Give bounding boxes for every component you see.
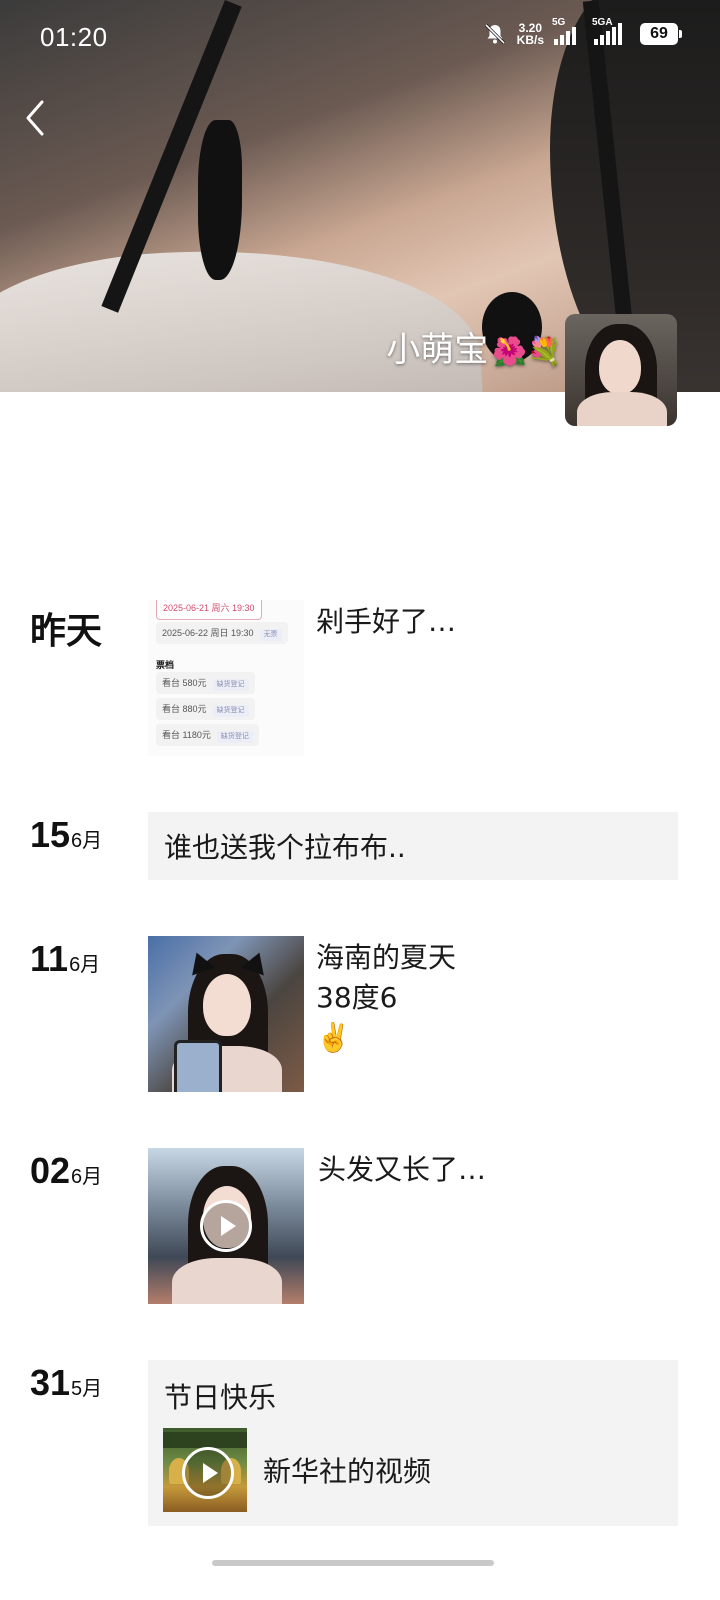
ticket-price-text: 看台 880元 — [162, 704, 207, 714]
ticket-price-text: 看台 580元 — [162, 678, 207, 688]
battery-icon: 69 — [640, 23, 682, 45]
post-text: 海南的夏天 38度6 ✌️ — [316, 941, 457, 1054]
post-image[interactable]: 2025-06-21 周六 19:30 2025-06-22 周日 19:30 无… — [148, 600, 304, 756]
avatar-face — [599, 340, 641, 394]
bell-off-icon — [483, 22, 507, 46]
shared-video-thumbnail[interactable] — [163, 1428, 247, 1512]
status-icons: 3.20 KB/s 5G 5GA 69 — [483, 17, 682, 46]
moment-post[interactable]: 昨天 2025-06-21 周六 19:30 2025-06-22 周日 19:… — [0, 600, 720, 760]
profile-name-text: 小萌宝 — [386, 330, 489, 370]
selfie-body — [172, 1258, 282, 1304]
avatar[interactable] — [565, 314, 677, 426]
ticket-section-title: 票档 — [156, 661, 175, 671]
flower-emoji: 🌺💐 — [492, 335, 562, 368]
ticket-date-text: 2025-06-22 周日 19:30 — [162, 628, 254, 638]
network-speed: 3.20 KB/s — [517, 22, 544, 46]
post-date: 昨天 — [30, 611, 103, 652]
post-date: 156月 — [30, 814, 102, 856]
ticket-tag: 无票 — [259, 629, 282, 641]
post-month: 6月 — [71, 830, 103, 852]
moment-post[interactable]: 156月 谁也送我个拉布布.. — [0, 812, 720, 882]
text-card[interactable]: 谁也送我个拉布布.. — [148, 812, 678, 880]
speed-unit: KB/s — [516, 33, 544, 47]
post-day: 02 — [30, 1150, 71, 1191]
net-label-2: 5GA — [592, 17, 613, 28]
ticket-date-selected: 2025-06-21 周六 19:30 — [156, 600, 262, 620]
ticket-tag: 缺货登记 — [216, 731, 253, 743]
post-day: 15 — [30, 814, 71, 855]
ticket-price-text: 看台 1180元 — [162, 730, 211, 740]
ticket-tag: 缺货登记 — [212, 679, 249, 691]
post-month: 6月 — [71, 1166, 103, 1188]
home-indicator[interactable] — [212, 1560, 494, 1566]
post-text: 谁也送我个拉布布.. — [164, 831, 406, 864]
ticket-price-option: 看台 880元 缺货登记 — [156, 698, 255, 720]
cover-lace — [198, 120, 242, 280]
ticket-price-option: 看台 580元 缺货登记 — [156, 672, 255, 694]
post-text: 节日快乐 — [164, 1381, 277, 1414]
thumbnail-banner — [163, 1432, 247, 1448]
post-video[interactable] — [148, 1148, 304, 1304]
play-icon[interactable] — [182, 1447, 234, 1499]
net-label-1: 5G — [552, 17, 566, 28]
selfie-face — [203, 974, 251, 1036]
ticket-date-option: 2025-06-22 周日 19:30 无票 — [156, 622, 288, 644]
play-icon[interactable] — [200, 1200, 252, 1252]
moment-post[interactable]: 116月 海南的夏天 38度6 ✌️ — [0, 936, 720, 1096]
post-image[interactable] — [148, 936, 304, 1092]
avatar-body — [577, 392, 667, 426]
moment-post[interactable]: 315月 节日快乐 新华社的视频 — [0, 1360, 720, 1530]
ticket-tag: 缺货登记 — [212, 705, 249, 717]
post-text: 剁手好了… — [316, 605, 457, 638]
post-day: 11 — [30, 938, 69, 979]
signal-5g-icon: 5G — [552, 17, 584, 45]
post-month: 5月 — [71, 1378, 103, 1400]
post-date: 116月 — [30, 938, 100, 980]
post-date: 026月 — [30, 1150, 102, 1192]
post-month: 6月 — [69, 954, 101, 976]
ticket-price-option: 看台 1180元 缺货登记 — [156, 724, 259, 746]
post-date: 315月 — [30, 1362, 102, 1404]
video-title: 新华社的视频 — [263, 1455, 432, 1488]
post-text: 头发又长了… — [318, 1153, 487, 1186]
phone-in-photo — [174, 1040, 222, 1092]
profile-name[interactable]: 小萌宝 🌺💐 — [386, 322, 562, 371]
signal-5ga-icon: 5GA — [592, 17, 630, 45]
post-day: 31 — [30, 1362, 71, 1403]
moment-post[interactable]: 026月 头发又长了… — [0, 1148, 720, 1308]
chevron-left-icon — [26, 100, 44, 136]
shared-video-card[interactable]: 节日快乐 新华社的视频 — [148, 1360, 678, 1526]
back-button[interactable] — [20, 96, 56, 140]
status-time: 01:20 — [40, 22, 108, 52]
status-bar: 01:20 3.20 KB/s 5G 5GA 69 — [0, 0, 720, 80]
